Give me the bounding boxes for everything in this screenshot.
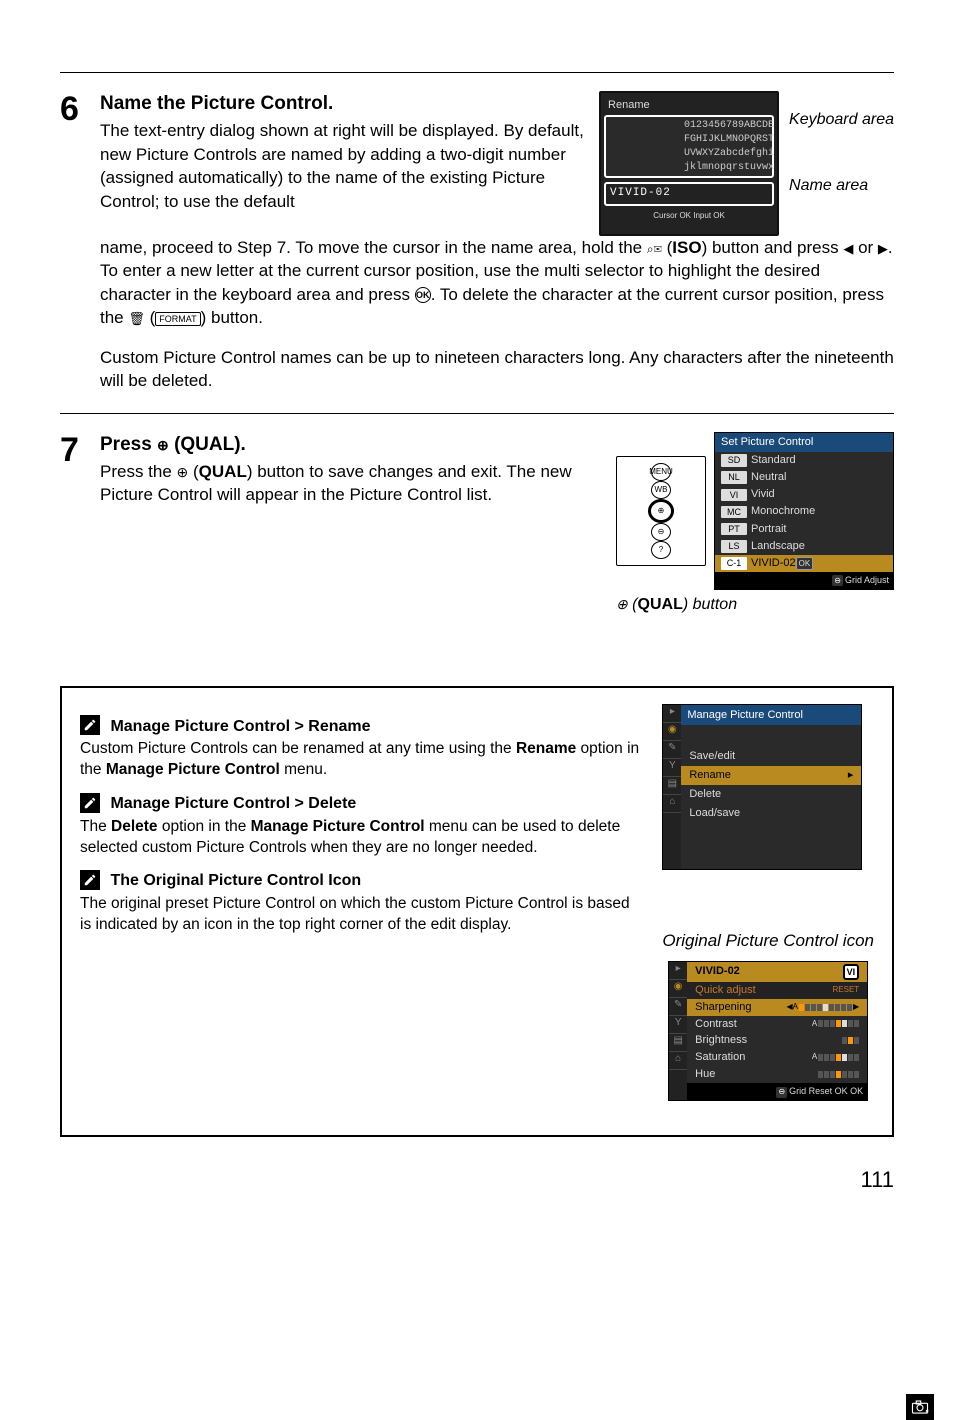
rename-title: Rename: [604, 96, 774, 115]
vivid-header-title: VIVID-02: [695, 964, 740, 979]
rename-dialog-figure: Rename 0123456789ABCDE FGHIJKLMNOPQRST U…: [599, 91, 894, 236]
menu-button-icon: MENU: [651, 463, 671, 481]
step6-text-d: or: [853, 238, 878, 257]
vivid-row-quick: Quick adjustRESET: [687, 982, 867, 999]
info-box: ▸ ◉ ✎ Y ▤ ⌂ Manage Picture Control Save/…: [60, 686, 894, 1137]
original-picture-control-label: Original Picture Control icon: [662, 930, 874, 953]
iso-button-icon: ⊖: [651, 523, 671, 541]
mpc-header: Manage Picture Control: [681, 705, 861, 726]
vivid-footer: ⊖Grid Reset OK OK: [687, 1083, 867, 1100]
pencil-icon: [80, 793, 100, 813]
step-number-6: 6: [60, 91, 100, 393]
mpc-item: Delete: [681, 785, 861, 804]
ok-icon: OK: [415, 287, 431, 303]
spc-header: Set Picture Control: [715, 433, 893, 452]
vivid-row-contrast: ContrastA: [687, 1016, 867, 1033]
step-number-7: 7: [60, 432, 100, 616]
left-arrow-icon: [843, 238, 853, 257]
rename-footer: Cursor OK Input OK: [604, 210, 774, 221]
pencil-icon: [80, 715, 100, 735]
camera-section-icon: [906, 1394, 934, 1420]
page-number: 111: [60, 1167, 894, 1193]
keyboard-grid: 0123456789ABCDE FGHIJKLMNOPQRST UVWXYZab…: [604, 115, 774, 178]
set-picture-control-screen: Set Picture Control SDStandard NLNeutral…: [714, 432, 894, 590]
vivid-row-hue: Hue: [687, 1066, 867, 1083]
vivid-edit-screen: ▸ ◉ ✎ Y ▤ ⌂ VIVID-02 VI Quick adjustRESE…: [668, 961, 868, 1101]
step6-text-b: name, proceed to Step 7. To move the cur…: [100, 238, 647, 257]
format-badge: FORMAT: [155, 312, 200, 326]
step6-para2: Custom Picture Control names can be up t…: [100, 346, 894, 393]
qual-button-caption: (QUAL) button: [616, 594, 737, 616]
vivid-row-brightness: Brightness: [687, 1032, 867, 1049]
zoom-out-iso-icon: [647, 238, 662, 257]
set-picture-control-figure: MENU WB ⊕ ⊖ ? Set Picture Control SDStan…: [616, 432, 894, 616]
help-button-icon: ?: [651, 541, 671, 559]
camera-buttons-diagram: MENU WB ⊕ ⊖ ?: [616, 456, 706, 566]
zoom-in-icon-3: [616, 596, 628, 613]
step6-text-a: The text-entry dialog shown at right wil…: [100, 121, 584, 210]
original-control-badge: VI: [843, 964, 860, 980]
right-arrow-icon: [878, 238, 888, 257]
qual-label: QUAL: [199, 462, 247, 481]
trash-icon: [128, 308, 145, 327]
vivid-row-sharpening: Sharpening◀A▶: [687, 999, 867, 1016]
name-field: VIVID-02: [604, 182, 774, 205]
zoom-in-icon: [157, 434, 169, 455]
mpc-item-selected: Rename▸: [681, 766, 861, 785]
mpc-item: Load/save: [681, 804, 861, 823]
keyboard-area-label: Keyboard area: [789, 109, 894, 169]
manage-picture-control-screen: ▸ ◉ ✎ Y ▤ ⌂ Manage Picture Control Save/…: [662, 704, 862, 870]
step6-text-g: ) button.: [201, 308, 263, 327]
step7-body-a: Press the: [100, 462, 177, 481]
iso-label: ISO: [672, 238, 701, 257]
qual-button-icon: ⊕: [648, 499, 674, 523]
zoom-in-icon-2: [177, 462, 189, 481]
name-area-label: Name area: [789, 175, 894, 197]
step7-body-b: (: [188, 462, 198, 481]
step6-text-c: ) button and press: [702, 238, 844, 257]
vivid-row-saturation: SaturationA: [687, 1049, 867, 1066]
spc-footer: ⊖Grid Adjust: [715, 572, 893, 588]
pencil-icon: [80, 870, 100, 890]
step7-title: Press (QUAL).: [100, 432, 616, 458]
wb-button-icon: WB: [651, 481, 671, 499]
mpc-item: Save/edit: [681, 747, 861, 766]
